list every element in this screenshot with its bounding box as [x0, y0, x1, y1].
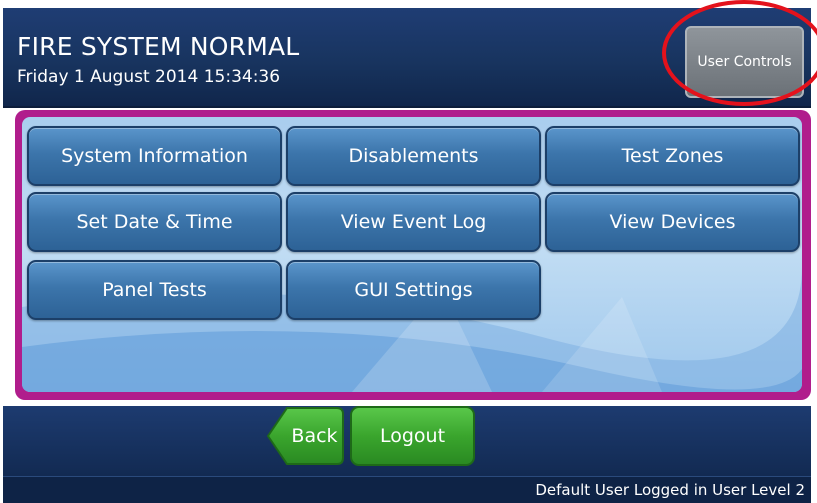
- system-information-button[interactable]: System Information: [27, 126, 282, 186]
- date-time-display: Friday 1 August 2014 15:34:36: [17, 67, 281, 87]
- logout-button[interactable]: Logout: [350, 406, 475, 466]
- view-devices-button[interactable]: View Devices: [545, 192, 800, 252]
- view-event-log-button[interactable]: View Event Log: [286, 192, 541, 252]
- user-controls-button[interactable]: User Controls: [685, 26, 804, 98]
- back-button[interactable]: Back: [267, 406, 344, 466]
- test-zones-button[interactable]: Test Zones: [545, 126, 800, 186]
- gui-settings-button[interactable]: GUI Settings: [286, 260, 541, 320]
- menu-panel-background: System Information Disablements Test Zon…: [22, 117, 802, 392]
- status-bar: Default User Logged in User Level 2: [3, 476, 811, 503]
- login-status-text: Default User Logged in User Level 2: [535, 481, 805, 499]
- back-label: Back: [291, 425, 338, 447]
- system-status-title: FIRE SYSTEM NORMAL: [17, 32, 300, 61]
- menu-panel: System Information Disablements Test Zon…: [15, 110, 811, 400]
- fire-panel-screen: FIRE SYSTEM NORMAL Friday 1 August 2014 …: [3, 0, 817, 503]
- set-date-time-button[interactable]: Set Date & Time: [27, 192, 282, 252]
- panel-tests-button[interactable]: Panel Tests: [27, 260, 282, 320]
- disablements-button[interactable]: Disablements: [286, 126, 541, 186]
